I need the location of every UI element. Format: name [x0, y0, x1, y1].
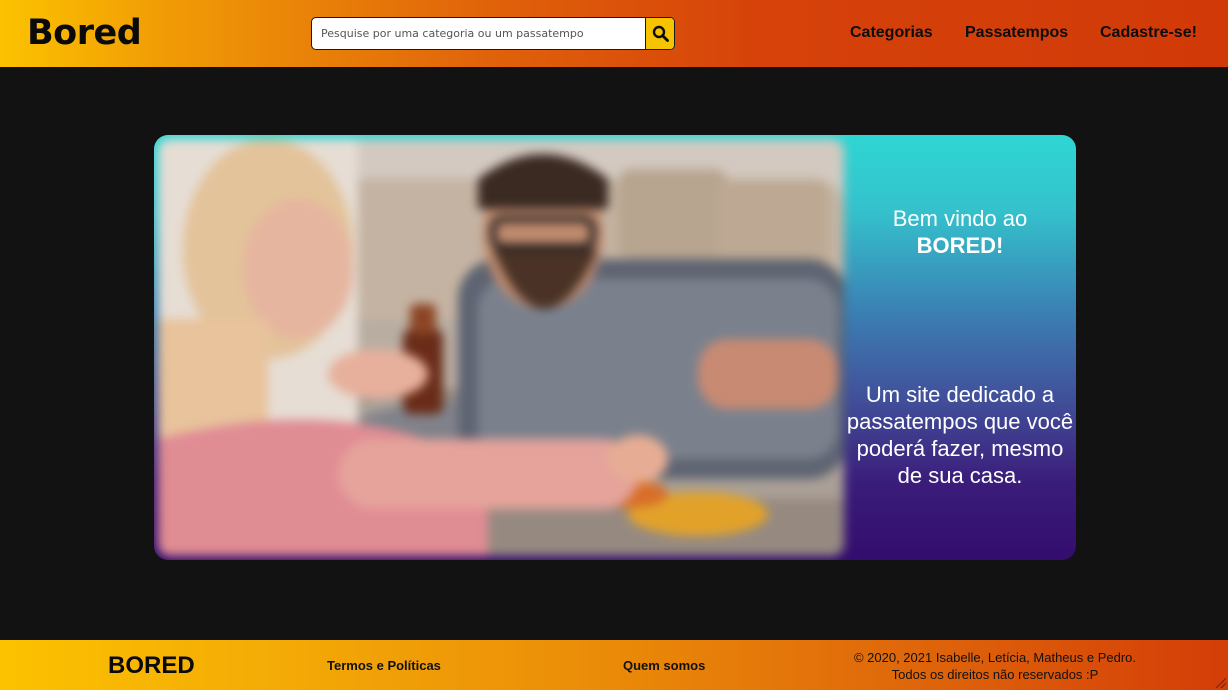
search-bar: [311, 17, 675, 50]
site-logo[interactable]: Bored: [27, 12, 142, 54]
footer-link-termos[interactable]: Termos e Políticas: [327, 657, 441, 674]
nav-categorias[interactable]: Categorias: [850, 22, 933, 44]
nav-passatempos[interactable]: Passatempos: [965, 22, 1068, 44]
search-input[interactable]: [312, 18, 642, 49]
hero-brand: BORED!: [916, 233, 1004, 258]
resize-handle-icon[interactable]: [1216, 678, 1226, 688]
footer-link-quem-somos[interactable]: Quem somos: [623, 657, 705, 674]
footer-copyright: © 2020, 2021 Isabelle, Letícia, Matheus …: [845, 649, 1145, 683]
search-icon: [652, 25, 669, 42]
search-button[interactable]: [645, 18, 674, 49]
nav-cadastre[interactable]: Cadastre-se!: [1100, 22, 1197, 44]
copyright-line-2: Todos os direitos não reservados :P: [891, 667, 1099, 682]
footer-logo[interactable]: BORED: [108, 652, 195, 680]
hero-description: Um site dedicado a passatempos que você …: [846, 382, 1074, 488]
header: Bored Categorias Passatempos Cadastre-se…: [0, 0, 1228, 67]
footer: BORED Termos e Políticas Quem somos © 20…: [0, 640, 1228, 690]
copyright-line-1: © 2020, 2021 Isabelle, Letícia, Matheus …: [853, 650, 1137, 665]
hero-welcome: Bem vindo ao BORED!: [844, 205, 1076, 259]
hero-welcome-text: Bem vindo ao: [892, 206, 1028, 231]
hero-photo: [158, 139, 844, 556]
hero-banner: Bem vindo ao BORED! Um site dedicado a p…: [154, 135, 1076, 560]
